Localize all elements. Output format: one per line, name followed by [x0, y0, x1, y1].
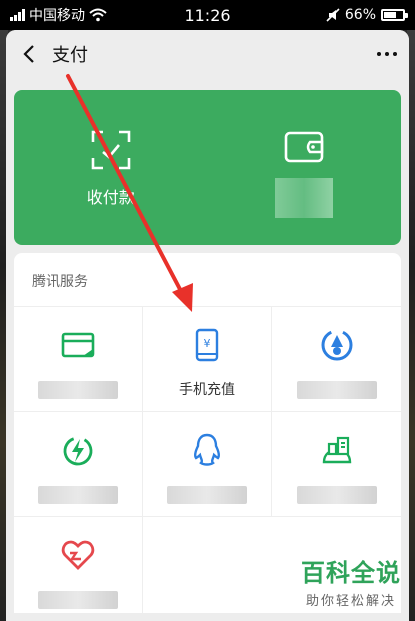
carrier-label: 中国移动: [29, 8, 85, 24]
wallet-button[interactable]: [208, 90, 402, 245]
obscured-label: [38, 486, 118, 504]
wifi-icon: [89, 8, 107, 22]
status-bar: 中国移动 11:26 66%: [0, 0, 415, 30]
battery-percent: 66%: [344, 7, 376, 23]
energy-icon: [60, 432, 96, 468]
wealth-icon: [319, 327, 355, 363]
mute-icon: [326, 8, 340, 22]
svg-text:¥: ¥: [204, 337, 211, 350]
card-icon: [60, 327, 96, 363]
city-service-icon: [319, 432, 355, 468]
service-energy[interactable]: [14, 412, 143, 517]
charity-icon: [60, 537, 96, 573]
watermark-title: 百科全说: [301, 559, 401, 587]
obscured-label: [38, 381, 118, 399]
obscured-label: [296, 486, 377, 504]
obscured-label: [296, 381, 377, 399]
phone-topup-icon: ¥: [189, 327, 225, 363]
page-title: 支付: [52, 45, 88, 66]
nav-bar: 支付: [6, 30, 409, 78]
scan-frame-icon: [91, 130, 131, 170]
section-title: 腾讯服务: [32, 274, 88, 290]
service-city[interactable]: [272, 412, 401, 517]
service-wealth[interactable]: [272, 307, 401, 412]
obscured-label: [38, 591, 118, 609]
qq-icon: [189, 432, 225, 468]
wechat-pay-screen: 支付 收付款 腾讯服务 ¥ 手机充值: [6, 30, 409, 621]
service-charity[interactable]: [14, 517, 143, 613]
wallet-icon: [284, 131, 324, 163]
receive-pay-label: 收付款: [86, 188, 135, 207]
service-label: 手机充值: [179, 382, 235, 398]
service-qq[interactable]: [143, 412, 272, 517]
more-options-icon[interactable]: [377, 52, 397, 56]
back-arrow-icon[interactable]: [18, 43, 40, 65]
service-card[interactable]: [14, 307, 143, 412]
watermark: 百科全说 助你轻松解决: [301, 553, 401, 609]
wallet-balance-obscured: [275, 178, 334, 218]
obscured-label: [167, 486, 247, 504]
signal-icon: [10, 9, 25, 21]
service-phone-topup[interactable]: ¥ 手机充值: [143, 307, 272, 412]
receive-pay-button[interactable]: 收付款: [14, 90, 208, 245]
pay-card: 收付款: [14, 90, 401, 245]
watermark-subtitle: 助你轻松解决: [305, 594, 396, 609]
battery-icon: [381, 9, 408, 21]
